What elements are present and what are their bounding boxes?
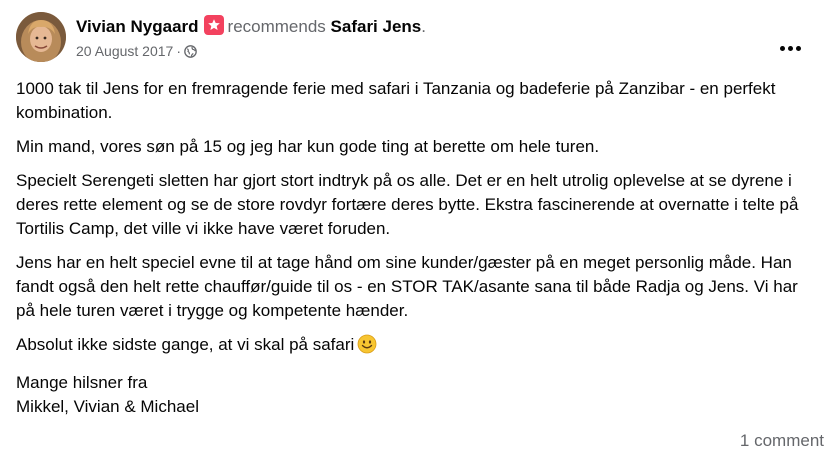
post-paragraph: Jens har en helt speciel evne til at tag… <box>16 253 798 320</box>
post-paragraph: Absolut ikke sidste gange, at vi skal på… <box>16 335 355 354</box>
post-title-line: Vivian Nygaard recommends Safari Jens. <box>76 15 426 38</box>
recommends-text: recommends <box>227 17 326 36</box>
recommendation-post: Vivian Nygaard recommends Safari Jens. 20… <box>0 0 840 450</box>
post-paragraph: Specielt Serengeti sletten har gjort sto… <box>16 171 799 238</box>
dot <box>779 45 785 51</box>
comments-count-link[interactable]: 1 comment <box>740 430 824 450</box>
star-badge-icon <box>203 15 224 35</box>
dot <box>795 45 801 51</box>
post-meta: Vivian Nygaard recommends Safari Jens. 20… <box>76 15 426 62</box>
smiling-face-emoji <box>357 334 377 361</box>
more-options-icon[interactable] <box>772 34 808 62</box>
post-subtitle: 20 August 2017 · <box>76 42 426 62</box>
post-paragraph: Min mand, vores søn på 15 og jeg har kun… <box>16 137 600 156</box>
avatar[interactable] <box>16 12 66 62</box>
post-paragraph-with-emoji: Absolut ikke sidste gange, at vi skal på… <box>16 333 816 361</box>
signoff-names: Mikkel, Vivian & Michael <box>16 397 199 416</box>
post-header: Vivian Nygaard recommends Safari Jens. 20… <box>16 12 824 64</box>
post-paragraph: 1000 tak til Jens for en fremragende fer… <box>16 79 776 122</box>
page-link[interactable]: Safari Jens <box>331 17 422 36</box>
title-period: . <box>421 17 426 36</box>
signoff-line: Mange hilsner fra <box>16 373 148 392</box>
post-body: 1000 tak til Jens for en fremragende fer… <box>16 77 816 419</box>
separator-dot: · <box>176 43 181 59</box>
dot <box>787 45 793 51</box>
post-date[interactable]: 20 August 2017 <box>76 43 173 59</box>
author-name[interactable]: Vivian Nygaard <box>76 17 199 36</box>
globe-icon[interactable] <box>184 44 197 62</box>
